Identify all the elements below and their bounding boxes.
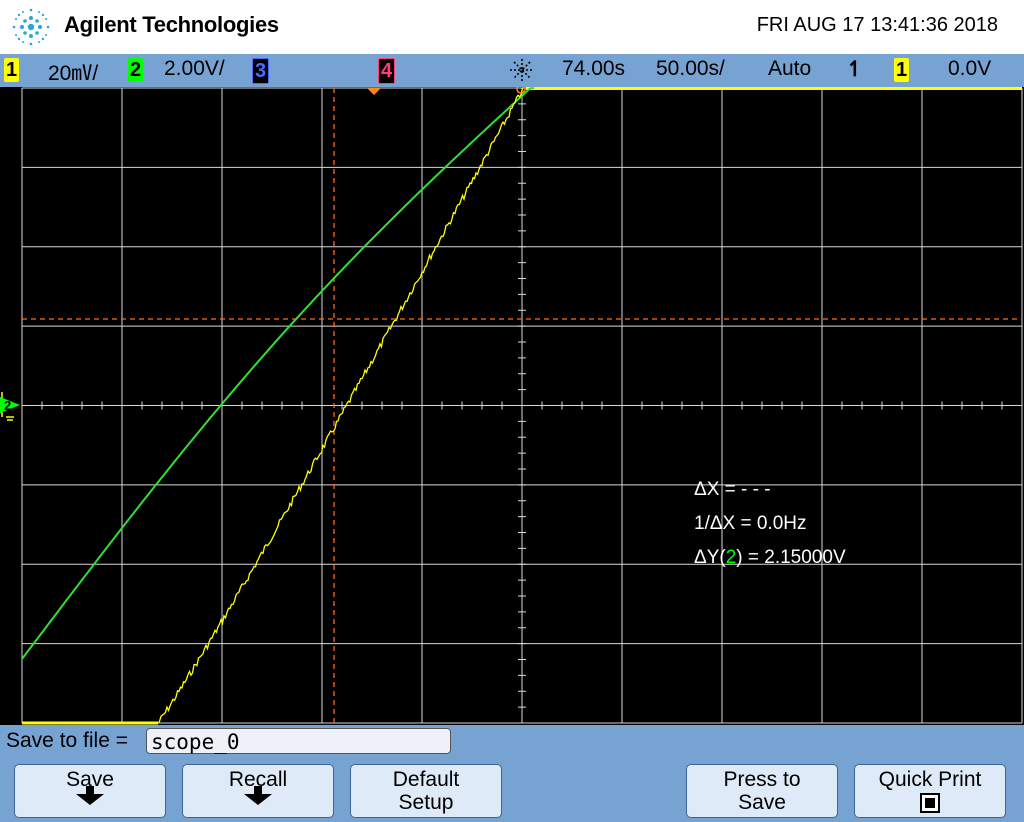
- trigger-slope-icon: ↿: [846, 58, 864, 81]
- save-softkey-button[interactable]: Save: [14, 764, 166, 818]
- softkey-bar: Save Recall Default Setup Press to Save …: [0, 760, 1024, 822]
- waveform-area: 2: [0, 87, 1023, 725]
- date-time: FRI AUG 17 13:41:36 2018: [756, 14, 998, 36]
- save-file-bar: Save to file = scope_0: [0, 725, 1024, 760]
- delta-y-prefix: ΔY(: [694, 547, 726, 568]
- delta-x-readout: ΔX = - - -: [694, 479, 771, 500]
- press-to-save-label-line2: Save: [738, 791, 786, 814]
- ch1-badge[interactable]: 1: [4, 58, 19, 82]
- filename-field[interactable]: scope_0: [146, 728, 451, 754]
- ch2-scale: 2.00V/: [164, 57, 225, 80]
- delta-y-readout: ΔY(2) = 2.15000V: [694, 547, 846, 569]
- timebase-icon: [510, 59, 534, 81]
- recall-softkey-button[interactable]: Recall: [182, 764, 334, 818]
- ch2-waveform: [21, 87, 535, 660]
- checkbox-icon: [920, 793, 940, 813]
- default-setup-label-line2: Setup: [398, 791, 454, 814]
- time-scale: 50.00s/: [656, 57, 725, 80]
- arrow-down-icon: [244, 786, 272, 805]
- trigger-mode: Auto: [768, 57, 812, 80]
- delta-y-suffix: ) = 2.15000V: [736, 547, 846, 568]
- press-to-save-softkey-button[interactable]: Press to Save: [686, 764, 838, 818]
- ground-marker-label: 2: [4, 398, 11, 413]
- header-bar: Agilent Technologies FRI AUG 17 13:41:36…: [0, 0, 1024, 54]
- ch2-badge[interactable]: 2: [128, 58, 143, 82]
- quick-print-label: Quick Print: [878, 768, 982, 791]
- default-setup-label-line1: Default: [392, 768, 460, 791]
- trigger-position-marker: [367, 88, 381, 95]
- time-delay: 74.00s: [562, 57, 626, 80]
- press-to-save-label-line1: Press to: [723, 768, 801, 791]
- ch4-badge[interactable]: 4: [378, 58, 395, 84]
- ground-marker-icon: 2: [0, 392, 20, 421]
- quick-print-softkey-button[interactable]: Quick Print: [854, 764, 1006, 818]
- trigger-level: 0.0V: [948, 57, 992, 80]
- save-to-file-label: Save to file =: [6, 729, 128, 752]
- inverse-delta-x-readout: 1/ΔX = 0.0Hz: [694, 513, 807, 534]
- ch3-badge[interactable]: 3: [252, 58, 269, 84]
- brand-name: Agilent Technologies: [64, 12, 279, 37]
- default-setup-softkey-button[interactable]: Default Setup: [350, 764, 502, 818]
- waveform-display: 2 ΔX = - - - 1/ΔX = 0.0Hz ΔY(2) = 2.1500…: [0, 87, 1024, 725]
- agilent-logo-icon: [12, 8, 50, 46]
- ch1-scale: 20㎷/: [48, 62, 99, 85]
- delta-y-channel: 2: [725, 547, 737, 568]
- trigger-source-badge[interactable]: 1: [894, 58, 909, 82]
- arrow-down-icon: [76, 786, 104, 805]
- status-bar: 1 20㎷/ 2 2.00V/ 3 4 74.00s 50.00s/ Auto …: [0, 54, 1024, 87]
